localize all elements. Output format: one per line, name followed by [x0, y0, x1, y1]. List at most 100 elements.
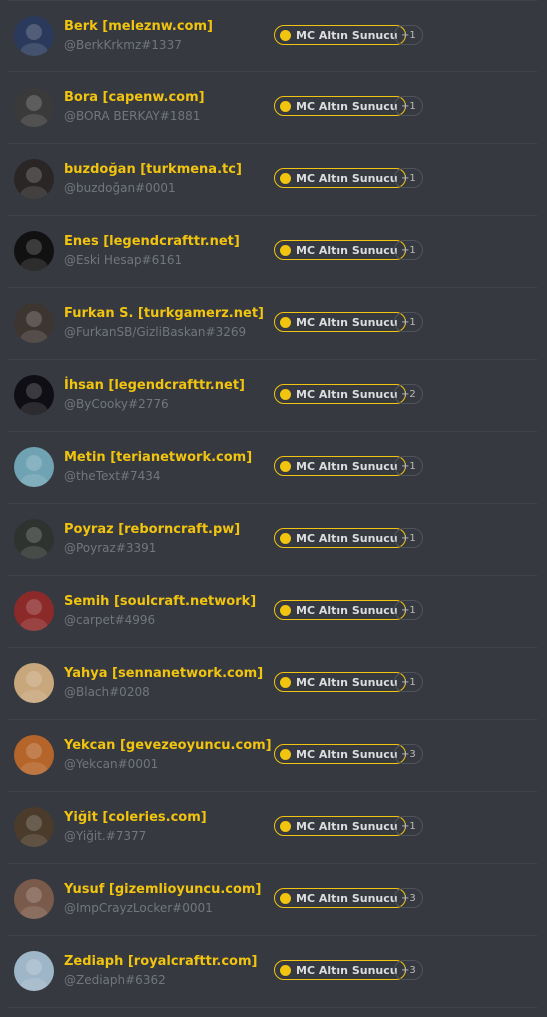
- avatar[interactable]: [14, 16, 54, 56]
- role-pill[interactable]: MC Altın Sunucu: [274, 600, 406, 620]
- member-row[interactable]: Yusuf [gizemlioyuncu.com] @ImpCrayzLocke…: [8, 864, 537, 936]
- more-roles-button[interactable]: +1: [394, 25, 423, 45]
- member-name[interactable]: Bora [capenw.com]: [64, 90, 205, 105]
- role-pill[interactable]: MC Altın Sunucu: [274, 96, 406, 116]
- member-tag: @ByCooky#2776: [64, 397, 169, 411]
- member-name[interactable]: Poyraz [reborncraft.pw]: [64, 522, 240, 537]
- avatar[interactable]: [14, 663, 54, 703]
- role-color-dot-icon: [280, 388, 291, 400]
- role-pill[interactable]: MC Altın Sunucu: [274, 384, 406, 404]
- role-color-dot-icon: [280, 244, 291, 256]
- member-tag: @Yekcan#0001: [64, 757, 159, 771]
- role-color-dot-icon: [280, 100, 291, 112]
- avatar-image-icon: [14, 519, 54, 559]
- avatar[interactable]: [14, 519, 54, 559]
- member-row[interactable]: Berk [meleznw.com] @BerkKrkmz#1337 MC Al…: [8, 0, 537, 72]
- avatar-image-icon: [14, 735, 54, 775]
- member-tag: @Zediaph#6362: [64, 973, 166, 987]
- member-tag: @buzdoğan#0001: [64, 181, 176, 195]
- more-roles-button[interactable]: +2: [394, 384, 423, 404]
- role-label: MC Altın Sunucu: [296, 459, 398, 473]
- role-label: MC Altın Sunucu: [296, 387, 398, 401]
- more-roles-button[interactable]: +1: [394, 168, 423, 188]
- more-roles-button[interactable]: +1: [394, 312, 423, 332]
- member-row[interactable]: buzdoğan [turkmena.tc] @buzdoğan#0001 MC…: [8, 144, 537, 216]
- role-color-dot-icon: [280, 460, 291, 472]
- member-row[interactable]: Zediaph [royalcrafttr.com] @Zediaph#6362…: [8, 936, 537, 1008]
- avatar[interactable]: [14, 303, 54, 343]
- member-row[interactable]: Yekcan [gevezeoyuncu.com] @Yekcan#0001 M…: [8, 720, 537, 792]
- role-pill[interactable]: MC Altın Sunucu: [274, 312, 406, 332]
- carpet-avatar-icon: [14, 591, 54, 631]
- avatar[interactable]: [14, 159, 54, 199]
- member-row[interactable]: Yiğit [coleries.com] @Yiğit.#7377 MC Alt…: [8, 792, 537, 864]
- more-roles-button[interactable]: +3: [394, 888, 423, 908]
- more-roles-button[interactable]: +1: [394, 816, 423, 836]
- role-pill[interactable]: MC Altın Sunucu: [274, 816, 406, 836]
- role-color-dot-icon: [280, 532, 291, 544]
- member-tag: @carpet#4996: [64, 613, 156, 627]
- more-roles-button[interactable]: +1: [394, 456, 423, 476]
- member-name[interactable]: Semih [soulcraft.network]: [64, 594, 256, 609]
- role-label: MC Altın Sunucu: [296, 603, 398, 617]
- member-name[interactable]: Zediaph [royalcrafttr.com]: [64, 954, 257, 969]
- member-name[interactable]: Metin [terianetwork.com]: [64, 450, 252, 465]
- avatar[interactable]: [14, 375, 54, 415]
- member-name[interactable]: buzdoğan [turkmena.tc]: [64, 162, 242, 177]
- member-name[interactable]: Yahya [sennanetwork.com]: [64, 666, 263, 681]
- avatar[interactable]: [14, 231, 54, 271]
- avatar[interactable]: [14, 807, 54, 847]
- member-tag: @Poyraz#3391: [64, 541, 157, 555]
- avatar[interactable]: [14, 447, 54, 487]
- more-roles-button[interactable]: +1: [394, 96, 423, 116]
- role-label: MC Altın Sunucu: [296, 747, 398, 761]
- member-name[interactable]: Berk [meleznw.com]: [64, 19, 213, 34]
- member-name[interactable]: İhsan [legendcrafttr.net]: [64, 378, 245, 393]
- more-roles-button[interactable]: +1: [394, 600, 423, 620]
- avatar[interactable]: [14, 87, 54, 127]
- member-list: Berk [meleznw.com] @BerkKrkmz#1337 MC Al…: [0, 0, 547, 1008]
- role-pill[interactable]: MC Altın Sunucu: [274, 672, 406, 692]
- member-tag: @FurkanSB/GizliBaskan#3269: [64, 325, 247, 339]
- avatar[interactable]: [14, 735, 54, 775]
- role-color-dot-icon: [280, 604, 291, 616]
- role-label: MC Altın Sunucu: [296, 243, 398, 257]
- role-pill[interactable]: MC Altın Sunucu: [274, 528, 406, 548]
- role-pill[interactable]: MC Altın Sunucu: [274, 888, 406, 908]
- role-label: MC Altın Sunucu: [296, 315, 398, 329]
- member-name[interactable]: Enes [legendcrafttr.net]: [64, 234, 240, 249]
- avatar[interactable]: [14, 951, 54, 991]
- role-label: MC Altın Sunucu: [296, 891, 398, 905]
- more-roles-button[interactable]: +1: [394, 240, 423, 260]
- more-roles-button[interactable]: +3: [394, 960, 423, 980]
- role-pill[interactable]: MC Altın Sunucu: [274, 744, 406, 764]
- role-label: MC Altın Sunucu: [296, 675, 398, 689]
- role-pill[interactable]: MC Altın Sunucu: [274, 456, 406, 476]
- role-pill[interactable]: MC Altın Sunucu: [274, 168, 406, 188]
- more-roles-button[interactable]: +1: [394, 672, 423, 692]
- avatar[interactable]: [14, 879, 54, 919]
- role-label: MC Altın Sunucu: [296, 531, 398, 545]
- more-roles-button[interactable]: +1: [394, 528, 423, 548]
- role-pill[interactable]: MC Altın Sunucu: [274, 25, 406, 45]
- member-row[interactable]: Semih [soulcraft.network] @carpet#4996 M…: [8, 576, 537, 648]
- member-tag: @ImpCrayzLocker#0001: [64, 901, 213, 915]
- member-row[interactable]: İhsan [legendcrafttr.net] @ByCooky#2776 …: [8, 360, 537, 432]
- role-pill[interactable]: MC Altın Sunucu: [274, 960, 406, 980]
- avatar[interactable]: [14, 591, 54, 631]
- member-tag: @BORA BERKAY#1881: [64, 109, 201, 123]
- member-row[interactable]: Poyraz [reborncraft.pw] @Poyraz#3391 MC …: [8, 504, 537, 576]
- member-name[interactable]: Furkan S. [turkgamerz.net]: [64, 306, 264, 321]
- more-roles-button[interactable]: +3: [394, 744, 423, 764]
- member-row[interactable]: Yahya [sennanetwork.com] @Blach#0208 MC …: [8, 648, 537, 720]
- member-row[interactable]: Bora [capenw.com] @BORA BERKAY#1881 MC A…: [8, 72, 537, 144]
- wolf-avatar-icon: [14, 231, 54, 271]
- role-pill[interactable]: MC Altın Sunucu: [274, 240, 406, 260]
- member-name[interactable]: Yiğit [coleries.com]: [64, 810, 207, 825]
- member-name[interactable]: Yekcan [gevezeoyuncu.com]: [64, 738, 272, 753]
- member-name[interactable]: Yusuf [gizemlioyuncu.com]: [64, 882, 261, 897]
- role-color-dot-icon: [280, 29, 291, 41]
- member-row[interactable]: Metin [terianetwork.com] @theText#7434 M…: [8, 432, 537, 504]
- member-row[interactable]: Enes [legendcrafttr.net] @Eski Hesap#616…: [8, 216, 537, 288]
- member-row[interactable]: Furkan S. [turkgamerz.net] @FurkanSB/Giz…: [8, 288, 537, 360]
